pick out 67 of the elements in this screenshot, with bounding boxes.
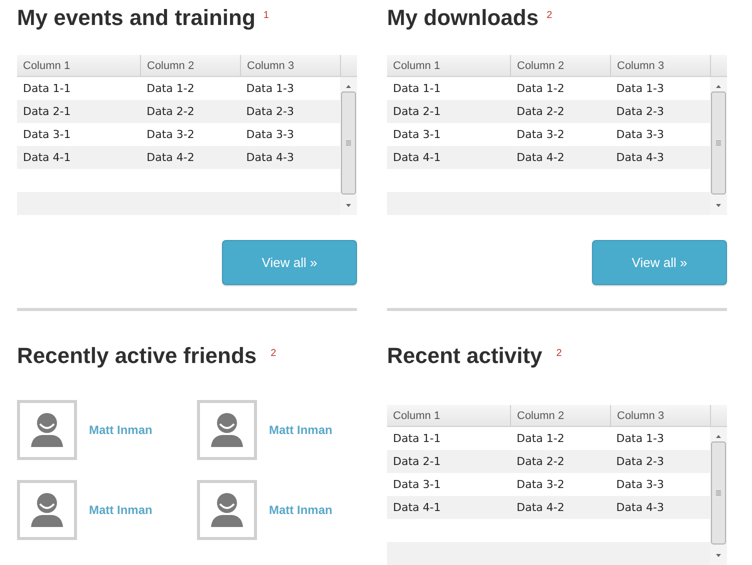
table-row[interactable]: Data 2-1 Data 2-2 Data 2-3 [17, 100, 340, 123]
table-cell-text: Data 2-1 [392, 455, 442, 468]
section-title: My events and training [17, 4, 256, 32]
table-cell-text: Data 1-1 [392, 82, 442, 95]
column-header[interactable]: Column 2 [511, 405, 611, 426]
table-cell-text: Data 1-1 [22, 82, 72, 95]
table-cell-text: Data 3-2 [516, 478, 566, 491]
table-cell-text: Data 2-3 [245, 105, 296, 118]
table-cell-text: Data 3-1 [22, 128, 72, 141]
table-cell-text: Data 2-3 [615, 105, 666, 118]
column-header[interactable]: Column 3 [611, 55, 711, 76]
table-cell-text: Data 3-1 [392, 478, 442, 491]
table-cell-text: Data 3-2 [516, 128, 566, 141]
section-title: Recent activity [387, 342, 542, 370]
person-icon [211, 493, 243, 527]
person-icon [211, 413, 243, 447]
avatar-frame[interactable] [197, 400, 257, 460]
table-cell-text: Data 3-3 [615, 478, 666, 491]
column-header[interactable]: Column 3 [241, 55, 341, 76]
section-title: My downloads [387, 4, 539, 32]
table-cell-text: Data 2-2 [516, 455, 566, 468]
table-cell-text: Data 1-2 [516, 432, 566, 445]
count-label: 2 [556, 348, 562, 359]
table-cell-text: Data 4-1 [22, 151, 72, 164]
table-cell-text: Data 2-2 [146, 105, 196, 118]
table-cell-text: Data 4-3 [245, 151, 296, 164]
column-header[interactable]: Column 1 [17, 55, 141, 76]
section-title: Recently active friends [17, 342, 257, 370]
table-cell-text: Data 4-2 [146, 151, 196, 164]
table-cell-text: Data 4-3 [615, 501, 666, 514]
count-label: 2 [546, 10, 552, 21]
table-cell-text: Data 4-2 [516, 501, 566, 514]
column-header[interactable]: Column 2 [141, 55, 241, 76]
table-cell-text: Data 3-3 [615, 128, 666, 141]
column-header[interactable]: Column 2 [511, 55, 611, 76]
column-header[interactable]: Column 3 [611, 405, 711, 426]
avatar-frame[interactable] [17, 400, 77, 460]
table-cell-text: Data 2-1 [22, 105, 72, 118]
table-cell-text: Data 3-1 [392, 128, 442, 141]
avatar-frame[interactable] [17, 480, 77, 540]
person-icon [31, 413, 63, 447]
count-label: 1 [263, 10, 269, 21]
table-cell-text: Data 4-3 [615, 151, 666, 164]
table-cell-text: Data 3-2 [146, 128, 196, 141]
table-cell-text: Data 4-1 [392, 151, 442, 164]
table-row[interactable]: Data 4-1 Data 4-2 Data 4-3 [387, 496, 710, 519]
column-header[interactable]: Column 1 [387, 405, 511, 426]
table-cell-text: Data 2-1 [392, 105, 442, 118]
count-label: 2 [270, 348, 276, 359]
table-cell-text: Data 4-2 [516, 151, 566, 164]
table-cell-text: Data 3-3 [245, 128, 296, 141]
table-cell-text: Data 1-3 [615, 82, 666, 95]
table-cell-text: Data 4-1 [392, 501, 442, 514]
avatar-frame[interactable] [197, 480, 257, 540]
column-header[interactable]: Column 1 [387, 55, 511, 76]
table-row[interactable]: Data 2-1 Data 2-2 Data 2-3 [387, 100, 710, 123]
table-cell-text: Data 1-2 [146, 82, 196, 95]
table-cell-text: Data 2-3 [615, 455, 666, 468]
table-row[interactable]: Data 2-1 Data 2-2 Data 2-3 [387, 450, 710, 473]
table-row[interactable]: Data 4-1 Data 4-2 Data 4-3 [387, 146, 710, 169]
table-cell-text: Data 1-1 [392, 432, 442, 445]
table-row[interactable]: Data 4-1 Data 4-2 Data 4-3 [17, 146, 340, 169]
table-cell-text: Data 1-3 [245, 82, 296, 95]
table-cell-text: Data 1-2 [516, 82, 566, 95]
person-icon [31, 493, 63, 527]
table-cell-text: Data 2-2 [516, 105, 566, 118]
table-cell-text: Data 1-3 [615, 432, 666, 445]
